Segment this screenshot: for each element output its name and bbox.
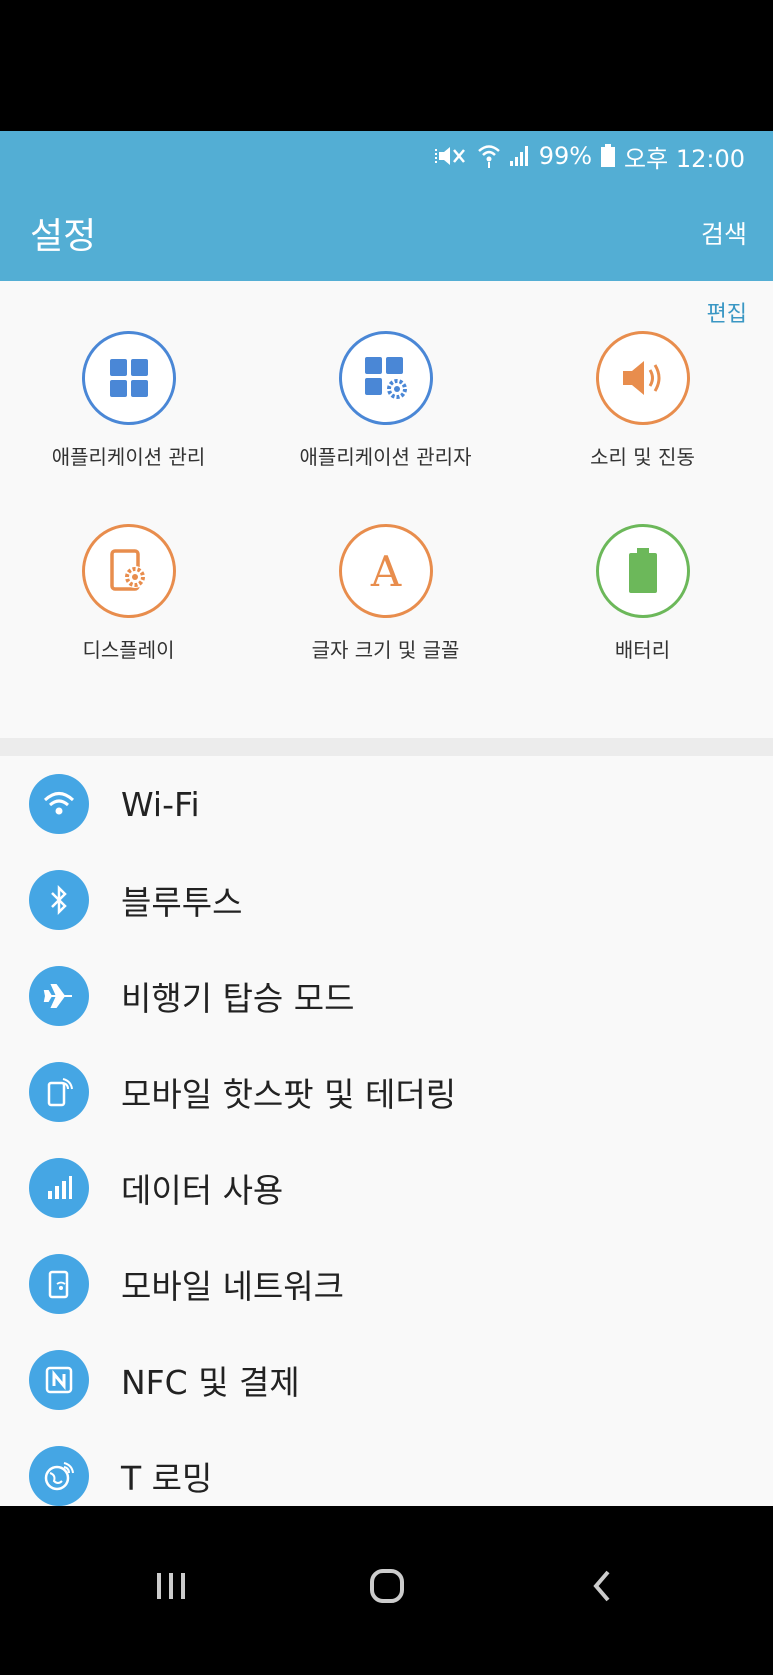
hotspot-icon <box>29 1062 89 1122</box>
top-black-area <box>0 0 773 131</box>
globe-roaming-icon <box>29 1446 89 1506</box>
battery-icon <box>596 524 690 618</box>
list-item-label: 모바일 핫스팟 및 테더링 <box>121 1075 457 1114</box>
list-item-label: NFC 및 결제 <box>121 1363 300 1402</box>
font-a-icon: A <box>339 524 433 618</box>
apps-grid-icon <box>82 331 176 425</box>
quick-item-display[interactable]: 디스플레이 <box>0 524 257 714</box>
back-icon <box>593 1570 610 1602</box>
quick-item-battery[interactable]: 배터리 <box>514 524 771 714</box>
airplane-icon <box>29 966 89 1026</box>
list-item-airplane-mode[interactable]: 비행기 탑승 모드 <box>0 948 773 1044</box>
quick-item-sound[interactable]: 소리 및 진동 <box>514 331 771 521</box>
display-gear-icon <box>82 524 176 618</box>
list-item-label: 모바일 네트워크 <box>121 1267 345 1306</box>
list-item-mobile-network[interactable]: 모바일 네트워크 <box>0 1236 773 1332</box>
app-bar: 설정 검색 <box>0 181 773 281</box>
list-item-bluetooth[interactable]: 블루투스 <box>0 852 773 948</box>
speaker-icon <box>596 331 690 425</box>
mobile-network-icon <box>29 1254 89 1314</box>
quick-item-label: 소리 및 진동 <box>590 445 695 469</box>
mute-icon <box>434 143 469 169</box>
back-button[interactable] <box>563 1546 643 1626</box>
list-item-label: T 로밍 <box>121 1459 213 1498</box>
list-item-hotspot[interactable]: 모바일 핫스팟 및 테더링 <box>0 1044 773 1140</box>
settings-screen: 99% 오후 12:00 설정 검색 편집 애플리케이션 관리 애플리케이션 관… <box>0 131 773 1506</box>
quick-item-label: 글자 크기 및 글꼴 <box>311 638 460 662</box>
section-divider <box>0 738 773 756</box>
list-item-label: Wi-Fi <box>121 784 200 824</box>
nfc-icon <box>29 1350 89 1410</box>
status-bar: 99% 오후 12:00 <box>0 131 773 181</box>
list-item-label: 데이터 사용 <box>121 1171 284 1210</box>
quick-item-label: 배터리 <box>614 638 671 662</box>
battery-percent: 99% <box>538 142 593 170</box>
home-button[interactable] <box>347 1546 427 1626</box>
list-item-data-usage[interactable]: 데이터 사용 <box>0 1140 773 1236</box>
signal-icon <box>509 145 531 167</box>
recents-button[interactable] <box>131 1546 211 1626</box>
home-icon <box>370 1569 404 1603</box>
list-item-wifi[interactable]: Wi-Fi <box>0 756 773 852</box>
list-item-label: 비행기 탑승 모드 <box>121 979 355 1018</box>
quick-item-app-manager[interactable]: 애플리케이션 관리자 <box>257 331 514 521</box>
settings-list: Wi-Fi 블루투스 비행기 탑승 모드 모바일 핫스팟 및 테더링 데이터 사… <box>0 756 773 1506</box>
quick-item-label: 디스플레이 <box>82 638 175 662</box>
page-title: 설정 <box>30 216 97 257</box>
wifi-status-icon <box>477 143 501 169</box>
list-item-nfc[interactable]: NFC 및 결제 <box>0 1332 773 1428</box>
search-button[interactable]: 검색 <box>701 215 747 251</box>
quick-item-app-management[interactable]: 애플리케이션 관리 <box>0 331 257 521</box>
quick-item-font[interactable]: A 글자 크기 및 글꼴 <box>257 524 514 714</box>
list-item-t-roaming[interactable]: T 로밍 <box>0 1428 773 1506</box>
edit-button[interactable]: 편집 <box>707 296 747 328</box>
quick-item-label: 애플리케이션 관리자 <box>299 445 472 469</box>
clock: 오후 12:00 <box>624 144 745 173</box>
svg-text:A: A <box>370 548 402 594</box>
data-usage-icon <box>29 1158 89 1218</box>
app-manager-gear-icon <box>339 331 433 425</box>
quick-item-label: 애플리케이션 관리 <box>51 445 206 469</box>
wifi-icon <box>29 774 89 834</box>
recents-icon <box>157 1573 185 1599</box>
list-item-label: 블루투스 <box>121 883 243 922</box>
battery-status-icon <box>600 144 616 168</box>
bluetooth-icon <box>29 870 89 930</box>
navigation-bar <box>0 1506 773 1675</box>
